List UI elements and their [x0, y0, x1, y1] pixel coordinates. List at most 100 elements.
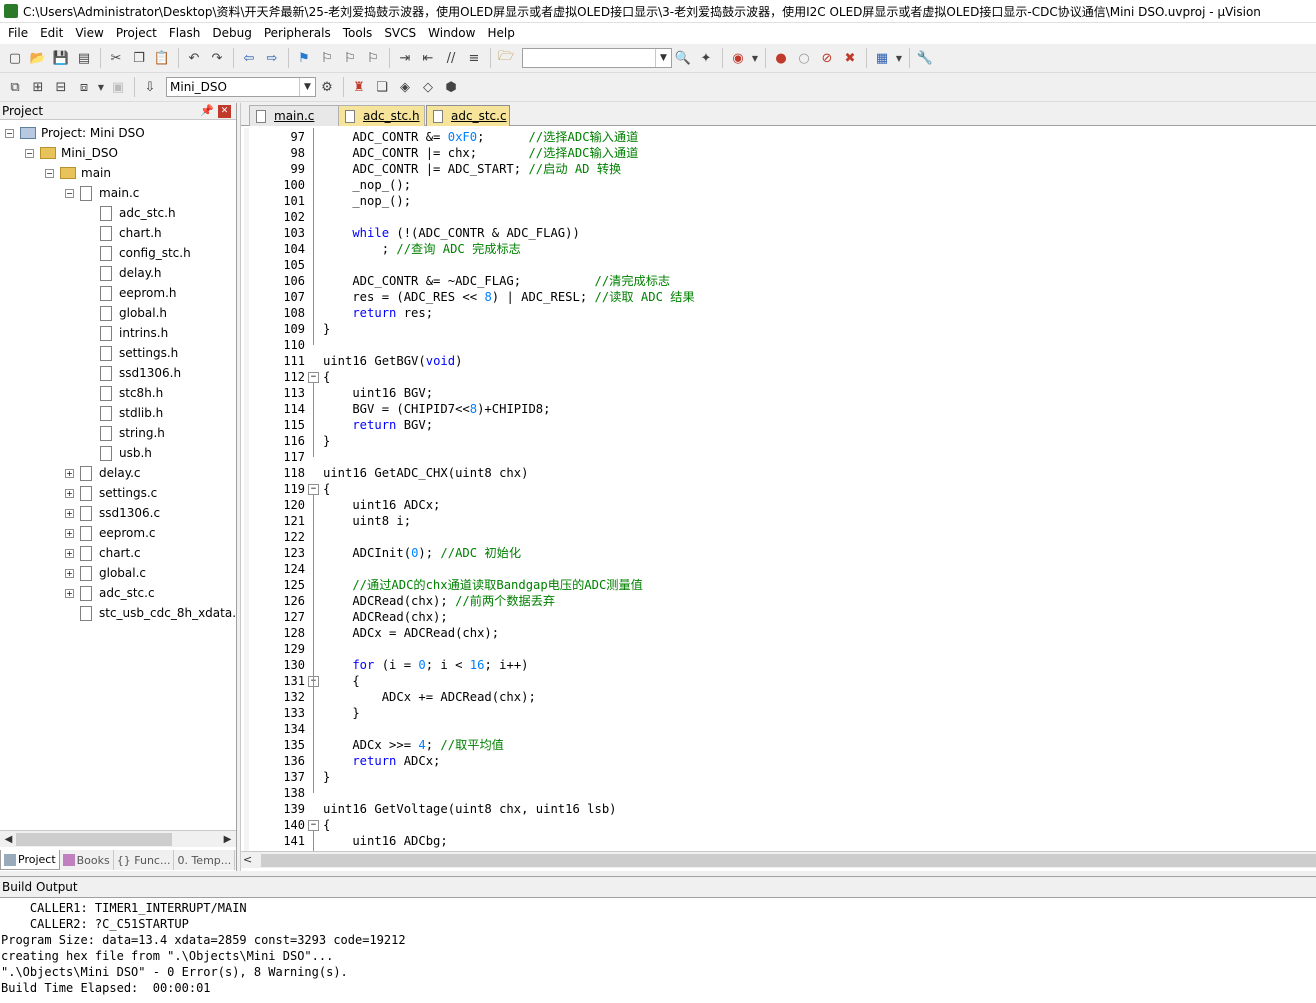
tree-header-item[interactable]: global.h — [100, 303, 167, 323]
code-line[interactable]: 130 for (i = 0; i < 16; i++) — [241, 657, 1316, 673]
expand-icon[interactable]: + — [65, 548, 74, 558]
code-line[interactable]: 138 — [241, 785, 1316, 801]
tree-header-item[interactable]: settings.h — [100, 343, 178, 363]
code-area[interactable]: 97 ADC_CONTR &= 0xF0; //选择ADC输入通道 98 ADC_… — [241, 128, 1316, 851]
rebuild-icon[interactable]: ⊟ — [50, 76, 72, 98]
menu-debug[interactable]: Debug — [206, 23, 257, 44]
code-line[interactable]: 118 uint16 GetADC_CHX(uint8 chx) — [241, 465, 1316, 481]
tree-header-item[interactable]: stc8h.h — [100, 383, 163, 403]
menu-peripherals[interactable]: Peripherals — [258, 23, 337, 44]
scroll-thumb[interactable] — [261, 854, 1316, 867]
tree-header-item[interactable]: eeprom.h — [100, 283, 177, 303]
tree-root[interactable]: − Project: Mini DSO — [5, 123, 145, 143]
find-icon[interactable]: 🔍 — [672, 47, 694, 69]
enable-breakpoint-icon[interactable]: ○ — [793, 47, 815, 69]
code-line[interactable]: 120 uint16 ADCx; — [241, 497, 1316, 513]
tree-header-item[interactable]: stdlib.h — [100, 403, 163, 423]
navigate-forward-icon[interactable]: ⇨ — [261, 47, 283, 69]
paste-icon[interactable]: 📋 — [151, 47, 173, 69]
insert-breakpoint-icon[interactable]: ● — [770, 47, 792, 69]
menu-tools[interactable]: Tools — [337, 23, 379, 44]
kill-breakpoints-icon[interactable]: ✖ — [839, 47, 861, 69]
code-line[interactable]: 128 ADCx = ADCRead(chx); — [241, 625, 1316, 641]
code-line[interactable]: 124 — [241, 561, 1316, 577]
code-line[interactable]: 121 uint8 i; — [241, 513, 1316, 529]
project-hscrollbar[interactable]: ◀ ▶ — [0, 830, 236, 847]
tree-header-item[interactable]: adc_stc.h — [100, 203, 176, 223]
translate-icon[interactable]: ⧉ — [4, 76, 26, 98]
find-combo[interactable]: ▼ — [522, 48, 672, 68]
tree-source-item[interactable]: + settings.c — [65, 483, 157, 503]
code-line[interactable]: 107 res = (ADC_RES << 8) | ADC_RESL; //读… — [241, 289, 1316, 305]
code-line[interactable]: 135 ADCx >>= 4; //取平均值 — [241, 737, 1316, 753]
code-line[interactable]: 112−{ — [241, 369, 1316, 385]
copy-project-icon[interactable]: ❏ — [371, 76, 393, 98]
tree-target[interactable]: − Mini_DSO — [25, 143, 118, 163]
fold-collapse-icon[interactable]: − — [308, 820, 319, 831]
tree-source-item[interactable]: + eeprom.c — [65, 523, 156, 543]
code-line[interactable]: 98 ADC_CONTR |= chx; //选择ADC输入通道 — [241, 145, 1316, 161]
collapse-icon[interactable]: − — [25, 148, 34, 158]
close-icon[interactable]: ✕ — [218, 105, 231, 118]
code-line[interactable]: 131− { — [241, 673, 1316, 689]
fold-collapse-icon[interactable]: − — [308, 484, 319, 495]
debug-session-icon[interactable]: ◉ — [727, 47, 749, 69]
code-line[interactable]: 114 BGV = (CHIPID7<<8)+CHIPID8; — [241, 401, 1316, 417]
code-line[interactable]: 105 — [241, 257, 1316, 273]
scroll-right-icon[interactable]: ▶ — [220, 832, 235, 847]
tree-header-item[interactable]: intrins.h — [100, 323, 168, 343]
cut-icon[interactable]: ✂ — [105, 47, 127, 69]
code-line[interactable]: 141 uint16 ADCbg; — [241, 833, 1316, 849]
new-file-icon[interactable]: ▢ — [4, 47, 26, 69]
select-packs-icon[interactable]: ◇ — [417, 76, 439, 98]
configure-icon[interactable]: 🔧 — [914, 47, 936, 69]
navigate-back-icon[interactable]: ⇦ — [238, 47, 260, 69]
menu-file[interactable]: File — [2, 23, 34, 44]
code-line[interactable]: 127 ADCRead(chx); — [241, 609, 1316, 625]
tab-adc-stc-h[interactable]: adc_stc.h — [338, 105, 425, 126]
prev-bookmark-icon[interactable]: ⚐ — [316, 47, 338, 69]
chevron-down-icon[interactable]: ▼ — [96, 76, 106, 98]
code-line[interactable]: 102 — [241, 209, 1316, 225]
code-line[interactable]: 119−{ — [241, 481, 1316, 497]
code-line[interactable]: 129 — [241, 641, 1316, 657]
tree-source-item[interactable]: + delay.c — [65, 463, 141, 483]
download-load-icon[interactable]: ⇩ — [139, 76, 161, 98]
indent-icon[interactable]: ⇥ — [394, 47, 416, 69]
code-line[interactable]: 106 ADC_CONTR &= ~ADC_FLAG; //清完成标志 — [241, 273, 1316, 289]
bookmark-icon[interactable]: ⚑ — [293, 47, 315, 69]
chevron-down-icon[interactable]: ▼ — [750, 47, 760, 69]
tree-header-item[interactable]: usb.h — [100, 443, 152, 463]
tab-project[interactable]: Project — [0, 850, 60, 870]
target-options-icon[interactable]: ⚙ — [316, 76, 338, 98]
tab-main-c[interactable]: main.c — [249, 105, 339, 126]
expand-icon[interactable]: + — [65, 568, 74, 578]
next-bookmark-icon[interactable]: ⚐ — [339, 47, 361, 69]
scroll-thumb[interactable] — [16, 833, 172, 846]
collapse-icon[interactable]: − — [45, 168, 54, 178]
code-line[interactable]: 140−{ — [241, 817, 1316, 833]
tree-lib-item[interactable]: stc_usb_cdc_8h_xdata.LIB — [80, 603, 236, 623]
chevron-down-icon[interactable]: ▼ — [655, 49, 671, 67]
menu-flash[interactable]: Flash — [163, 23, 206, 44]
scroll-left-icon[interactable]: ◀ — [1, 832, 16, 847]
save-icon[interactable]: 💾 — [50, 47, 72, 69]
code-line[interactable]: 108 return res; — [241, 305, 1316, 321]
tree-source-item[interactable]: + chart.c — [65, 543, 141, 563]
menu-edit[interactable]: Edit — [34, 23, 69, 44]
tab-adc-stc-c[interactable]: adc_stc.c — [426, 105, 510, 126]
tree-header-item[interactable]: config_stc.h — [100, 243, 191, 263]
target-select[interactable]: Mini_DSO ▼ — [166, 77, 316, 97]
clear-bookmarks-icon[interactable]: ⚐ — [362, 47, 384, 69]
stop-build-icon[interactable]: ▣ — [107, 76, 129, 98]
code-line[interactable]: 110 — [241, 337, 1316, 353]
batch-build-icon[interactable]: ⧈ — [73, 76, 95, 98]
menu-project[interactable]: Project — [110, 23, 163, 44]
code-line[interactable]: 111 uint16 GetBGV(void) — [241, 353, 1316, 369]
code-line[interactable]: 99 ADC_CONTR |= ADC_START; //启动 AD 转换 — [241, 161, 1316, 177]
tree-source-item[interactable]: + ssd1306.c — [65, 503, 160, 523]
tree-source-item[interactable]: + global.c — [65, 563, 146, 583]
code-line[interactable]: 139 uint16 GetVoltage(uint8 chx, uint16 l… — [241, 801, 1316, 817]
find-in-files-icon[interactable]: 🗁 — [495, 47, 517, 69]
undo-icon[interactable]: ↶ — [183, 47, 205, 69]
